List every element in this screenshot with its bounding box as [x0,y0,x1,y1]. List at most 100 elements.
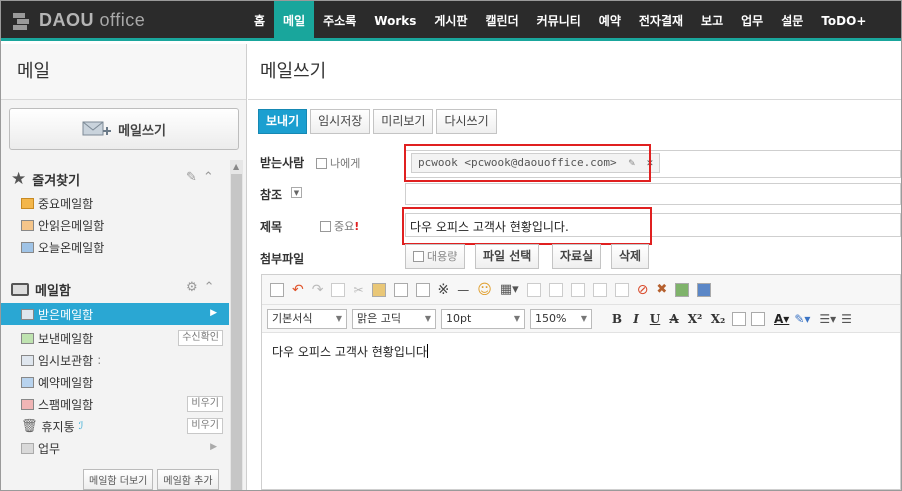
sidebar-item-important[interactable]: 중요메일함 [1,192,229,214]
media-icon[interactable] [697,282,712,297]
send-to-self-option[interactable]: 나에게 [316,155,360,171]
delete-attachment-button[interactable]: 삭제 [611,244,650,269]
preview-button[interactable]: 미리보기 [373,109,434,134]
zoom-select[interactable]: 150% ▼ [530,308,592,329]
nav-survey[interactable]: 설문 [772,1,812,41]
large-file-checkbox[interactable] [413,251,424,262]
read-receipt-button[interactable]: 수신확인 [178,330,223,346]
send-button[interactable]: 보내기 [258,109,308,134]
scroll-up-icon[interactable]: ▲ [233,162,239,171]
sidebar-item-scheduled[interactable]: 예약메일함 [1,371,229,393]
bold-button[interactable]: B [610,312,624,326]
paste-icon[interactable] [371,282,386,297]
tools-icon[interactable]: ✖ [656,282,667,297]
nav-approval[interactable]: 전자결재 [630,1,692,41]
select-file-button[interactable]: 파일 선택 [475,244,540,269]
clear-format-icon[interactable] [751,311,765,326]
nav-task[interactable]: 업무 [732,1,772,41]
cancel-icon[interactable]: ⊘ [637,282,649,298]
sidebar-scrollbar[interactable]: ▲ [230,160,243,490]
sidebar-item-work[interactable]: 업무 ▶ [1,437,229,459]
font-size-select[interactable]: 10pt ▼ [441,308,525,329]
sidebar-item-today[interactable]: 오늘온메일함 [1,236,229,258]
font-color-icon[interactable]: A▾ [774,312,789,326]
cc-expand-icon[interactable]: ▼ [291,187,302,198]
sidebar-item-trash[interactable]: 🗑 휴지통 ℐ 비우기 [1,415,229,437]
table-cell-icon[interactable] [526,282,541,297]
favorites-header[interactable]: ★ 즐겨찾기 [11,169,80,189]
nav-works[interactable]: Works [365,1,425,41]
underline-button[interactable]: U [648,312,662,326]
redo-icon[interactable]: ↷ [312,282,324,298]
compose-mail-icon [82,121,112,136]
format-copy-icon[interactable] [732,311,746,326]
gear-icon[interactable]: ⚙ [186,280,198,295]
rewrite-button[interactable]: 다시쓰기 [436,109,497,134]
undo-icon[interactable]: ↶ [292,282,304,298]
logo[interactable]: DAOU office [13,10,145,31]
important-option[interactable]: 중요! [320,218,359,234]
emoticon-icon[interactable]: ☺ [477,282,492,298]
table-row-icon[interactable] [592,282,607,297]
italic-button[interactable]: I [629,312,643,326]
expand-arrow-icon[interactable]: ▶ [210,442,217,452]
nav-todo[interactable]: ToDO+ [812,1,875,41]
bullet-list-icon[interactable]: ☰ [841,312,852,326]
special-char-icon[interactable]: ※ [438,282,450,298]
paragraph-style-select[interactable]: 기본서식 ▼ [267,308,347,329]
compose-label: 메일쓰기 [118,123,166,139]
chevron-down-icon: ▼ [513,313,520,323]
nav-calendar[interactable]: 캘린더 [476,1,527,41]
find-icon[interactable] [393,282,408,297]
more-mailboxes-button[interactable]: 메일함 더보기 [83,469,154,490]
table-column-icon[interactable] [614,282,629,297]
compose-button[interactable]: 메일쓰기 [9,108,239,150]
list-icon[interactable]: ☰▾ [819,312,836,326]
table-merge-icon[interactable] [548,282,563,297]
new-document-icon[interactable] [270,282,284,297]
sidebar-item-sent[interactable]: 보낸메일함 수신확인 [1,327,229,349]
library-button[interactable]: 자료실 [552,244,602,269]
table-icon[interactable]: ▦▾ [500,282,519,297]
save-draft-button[interactable]: 임시저장 [310,109,371,134]
table-split-icon[interactable] [570,282,585,297]
nav-reservation[interactable]: 예약 [590,1,630,41]
collapse-icon[interactable]: ⌃ [204,280,215,295]
add-mailbox-button[interactable]: 메일함 추가 [157,469,219,490]
cc-field[interactable] [405,183,901,205]
mailbox-header[interactable]: 메일함 [11,280,71,299]
empty-trash-button[interactable]: 비우기 [187,418,223,434]
sidebar-item-spam[interactable]: 스팸메일함 비우기 [1,393,229,415]
sidebar-item-inbox[interactable]: 받은메일함 ▶ [1,303,229,325]
copy-icon[interactable] [331,282,346,297]
self-checkbox[interactable] [316,158,327,169]
sidebar-item-label: 보낸메일함 [38,331,94,346]
empty-spam-button[interactable]: 비우기 [187,396,223,412]
editor-toolbar-1: ↶ ↷ ✂ ※ — ☺ ▦▾ ⊘ ✖ [262,275,900,305]
subscript-button[interactable]: X₂ [709,312,727,326]
superscript-button[interactable]: X² [686,312,704,326]
horizontal-line-icon[interactable]: — [457,283,469,297]
nav-contacts[interactable]: 주소록 [314,1,365,41]
nav-board[interactable]: 게시판 [425,1,476,41]
collapse-icon[interactable]: ⌃ [203,170,214,185]
scrollbar-thumb[interactable] [231,174,242,490]
sidebar-item-unread[interactable]: 안읽은메일함 [1,214,229,236]
strikethrough-button[interactable]: A [667,312,681,326]
spellcheck-icon[interactable] [415,282,430,297]
sidebar: 메일 메일쓰기 ▲ ★ 즐겨찾기 ✎ ⌃ 중요메일함 안읽은메일함 오늘온메일함… [1,44,247,490]
nav-home[interactable]: 홈 [245,1,274,41]
image-icon[interactable] [675,282,690,297]
highlight-color-icon[interactable]: ✎▾ [794,312,810,326]
cut-icon[interactable]: ✂ [353,283,363,297]
nav-community[interactable]: 커뮤니티 [528,1,590,41]
edit-pencil-icon[interactable]: ✎ [186,170,197,185]
large-file-option[interactable]: 대용량 [405,244,466,269]
font-family-select[interactable]: 맑은 고딕 ▼ [352,308,436,329]
nav-report[interactable]: 보고 [692,1,732,41]
nav-mail[interactable]: 메일 [274,1,315,41]
sidebar-item-drafts[interactable]: 임시보관함 : [1,349,229,371]
expand-arrow-icon[interactable]: ▶ [210,308,217,318]
important-checkbox[interactable] [320,221,331,232]
editor-body[interactable]: 다우 오피스 고객사 현황입니다 [262,333,900,370]
